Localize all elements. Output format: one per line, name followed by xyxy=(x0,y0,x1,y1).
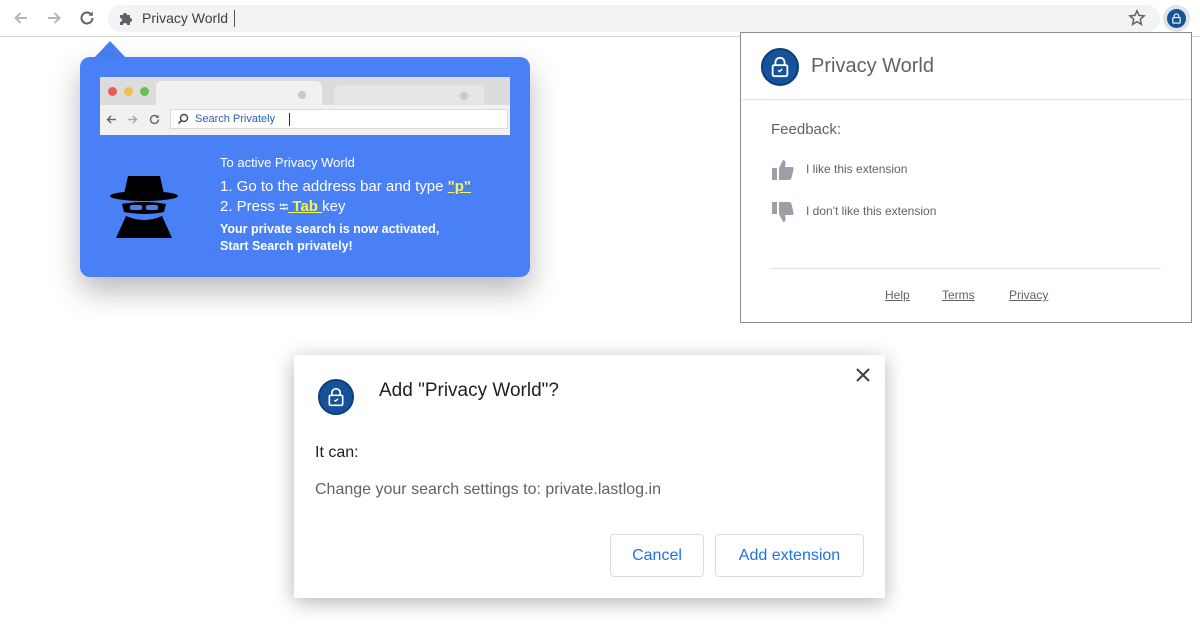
mini-tab-close-icon xyxy=(298,91,306,99)
mini-search-icon xyxy=(177,113,189,125)
cancel-button[interactable]: Cancel xyxy=(610,534,704,577)
reload-button[interactable] xyxy=(75,6,99,30)
like-text: I like this extension xyxy=(806,162,908,176)
popup-header: Privacy World xyxy=(741,33,1191,100)
mini-browser-illustration: Search Privately xyxy=(100,77,510,135)
permission-item: Change your search settings to: private.… xyxy=(315,481,661,498)
mini-address-box: Search Privately xyxy=(170,109,508,129)
step-2-key: Tab xyxy=(288,198,323,215)
window-maximize-dot xyxy=(140,87,149,96)
add-extension-dialog: Add "Privacy World"? It can: Change your… xyxy=(294,355,885,598)
popup-title: Privacy World xyxy=(811,55,934,77)
close-icon[interactable] xyxy=(854,366,872,384)
mini-back-icon xyxy=(106,115,116,124)
divider xyxy=(771,268,1161,269)
privacy-world-logo xyxy=(318,379,354,415)
lock-icon xyxy=(328,387,344,407)
text-caret xyxy=(234,10,235,27)
back-arrow-icon xyxy=(14,12,27,24)
lock-icon xyxy=(1172,13,1181,24)
privacy-link[interactable]: Privacy xyxy=(1009,288,1048,302)
instruction-step-2: 2. Press ⭾ Tab key xyxy=(220,197,520,217)
mini-forward-icon xyxy=(128,115,138,124)
permissions-heading: It can: xyxy=(315,444,359,461)
step-1-text: 1. Go to the address bar and type xyxy=(220,178,448,195)
privacy-world-logo xyxy=(761,48,799,86)
privacy-world-extension-button[interactable] xyxy=(1163,5,1190,32)
tab-key-icon: ⭾ xyxy=(279,200,289,214)
step-2-suffix: key xyxy=(322,198,346,215)
help-link[interactable]: Help xyxy=(885,288,910,302)
forward-button[interactable] xyxy=(42,6,66,30)
feedback-label: Feedback: xyxy=(771,121,842,138)
dialog-title: Add "Privacy World"? xyxy=(379,380,559,401)
thumbs-down-icon xyxy=(772,202,794,222)
instruction-step-1: 1. Go to the address bar and type "p" xyxy=(220,177,520,197)
instruction-intro: To active Privacy World xyxy=(220,155,355,170)
mini-caret xyxy=(289,113,290,126)
privacy-world-logo xyxy=(1167,9,1186,28)
tooltip-pointer xyxy=(94,41,126,58)
dislike-text: I don't like this extension xyxy=(806,204,937,218)
mini-toolbar: Search Privately xyxy=(100,105,510,135)
step-2-text: 2. Press xyxy=(220,198,280,215)
terms-link[interactable]: Terms xyxy=(942,288,975,302)
back-button[interactable] xyxy=(9,6,33,30)
incognito-spy-icon xyxy=(110,176,178,238)
puzzle-icon xyxy=(120,13,132,25)
address-bar[interactable]: Privacy World xyxy=(108,5,1160,32)
thumbs-up-icon xyxy=(772,160,794,180)
address-bar-text: Privacy World xyxy=(142,10,229,26)
bookmark-star-icon[interactable] xyxy=(1128,9,1146,27)
add-extension-button[interactable]: Add extension xyxy=(715,534,864,577)
extension-popup: Privacy World Feedback: I like this exte… xyxy=(740,32,1192,323)
mini-reload-icon xyxy=(149,114,160,125)
instruction-tooltip: Search Privately To active Privacy World… xyxy=(80,57,530,277)
instruction-text: To active Privacy World 1. Go to the add… xyxy=(220,155,520,255)
step-1-key: "p" xyxy=(447,178,472,195)
forward-arrow-icon xyxy=(48,12,61,24)
activated-line-1: Your private search is now activated, xyxy=(220,222,440,236)
lock-icon xyxy=(771,56,789,78)
reload-icon xyxy=(80,11,94,25)
window-close-dot xyxy=(108,87,117,96)
activated-line-2: Start Search privately! xyxy=(220,239,353,253)
window-minimize-dot xyxy=(124,87,133,96)
mini-tab-close-icon xyxy=(460,92,468,100)
mini-search-text: Search Privately xyxy=(195,113,276,125)
